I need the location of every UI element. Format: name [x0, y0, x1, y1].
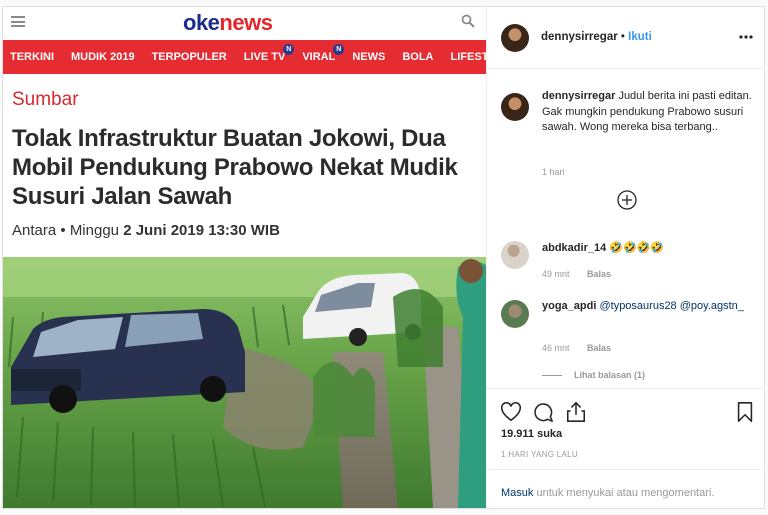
post-caption: dennysirregar Judul berita ini pasti edi… [542, 89, 752, 136]
reply-button[interactable]: Balas [587, 269, 611, 279]
reply-button[interactable]: Balas [587, 343, 611, 353]
like-count[interactable]: 19.911 suka [501, 428, 562, 440]
comment: yoga_apdi @typosaurus28 @poy.agstn_ [542, 299, 752, 315]
more-options-icon[interactable] [739, 35, 753, 39]
menu-icon [11, 16, 25, 27]
comment-mentions[interactable]: @typosaurus28 @poy.agstn_ [599, 300, 743, 312]
article-category: Sumbar [12, 89, 79, 110]
nav-item-terpopuler: TERPOPULER [151, 51, 227, 63]
nav-item-bola: BOLA [402, 51, 434, 63]
search-icon [461, 14, 475, 28]
comment-icon[interactable] [532, 401, 554, 423]
avatar[interactable] [501, 24, 529, 52]
post-header: dennysirregar • Ikuti [487, 7, 765, 69]
article-date: 2 Juni 2019 13:30 WIB [123, 222, 280, 239]
login-text: Masuk untuk menyukai atau mengomentari. [501, 487, 714, 499]
nav-item-mudik: MUDIK 2019 [71, 51, 135, 63]
post-image: okenews TERKINI MUDIK 2019 TERPOPULER LI… [3, 7, 486, 508]
divider-line [542, 375, 562, 377]
new-badge: N [333, 44, 345, 55]
avatar[interactable] [501, 93, 529, 121]
news-navbar: TERKINI MUDIK 2019 TERPOPULER LIVE TV N V… [3, 40, 486, 74]
nav-item-livetv: LIVE TV N [244, 44, 295, 63]
article-photo [3, 257, 486, 508]
load-more-comments-icon[interactable] [617, 190, 637, 210]
post-timestamp: 1 HARI YANG LALU [501, 450, 578, 459]
caption-username[interactable]: dennysirregar [542, 90, 615, 102]
avatar[interactable] [501, 300, 529, 328]
login-link[interactable]: Masuk [501, 487, 533, 499]
post-author: dennysirregar • Ikuti [541, 31, 652, 43]
comment-text: 🤣🤣🤣🤣 [609, 242, 665, 254]
comment-time: 49 mnt [542, 269, 570, 279]
comment: abdkadir_14 🤣🤣🤣🤣 [542, 241, 752, 257]
heart-icon[interactable] [500, 401, 522, 423]
logo-news: news [219, 10, 273, 35]
bookmark-icon[interactable] [734, 401, 756, 423]
share-icon[interactable] [565, 401, 587, 423]
login-prompt: Masuk untuk menyukai atau mengomentari. [487, 469, 765, 509]
news-header: okenews [3, 7, 486, 40]
post-actions: 19.911 suka 1 HARI YANG LALU Masuk untuk… [487, 388, 765, 508]
follow-button[interactable]: Ikuti [628, 31, 652, 43]
author-username[interactable]: dennysirregar [541, 31, 618, 43]
post-frame: okenews TERKINI MUDIK 2019 TERPOPULER LI… [2, 6, 765, 509]
nav-item-viral: VIRAL N [302, 44, 345, 63]
okenews-logo: okenews [183, 10, 273, 36]
caption-time: 1 hari [542, 167, 565, 177]
logo-oke: oke [183, 10, 220, 35]
article-byline: Antara • Minggu 2 Juni 2019 13:30 WIB [12, 222, 280, 239]
view-replies-label: Lihat balasan (1) [574, 370, 646, 380]
separator-dot: • [620, 31, 625, 43]
article-headline: Tolak Infrastruktur Buatan Jokowi, Dua M… [12, 125, 458, 210]
article-source: Antara [12, 222, 57, 239]
nav-item-terkini: TERKINI [10, 51, 54, 63]
comment-username[interactable]: yoga_apdi [542, 300, 596, 312]
nav-item-lifestyle: LIFESTYLE [450, 51, 487, 63]
new-badge: N [283, 44, 295, 55]
instagram-panel: dennysirregar • Ikuti dennysirregar Judu… [486, 7, 765, 508]
byline-bullet: • [60, 222, 66, 239]
avatar[interactable] [501, 241, 529, 269]
article-day: Minggu [69, 222, 120, 239]
comment-time: 46 mnt [542, 343, 570, 353]
login-rest: untuk menyukai atau mengomentari. [533, 487, 715, 499]
nav-item-news: NEWS [352, 51, 386, 63]
comment-username[interactable]: abdkadir_14 [542, 242, 606, 254]
view-replies-button[interactable]: Lihat balasan (1) [542, 370, 645, 380]
